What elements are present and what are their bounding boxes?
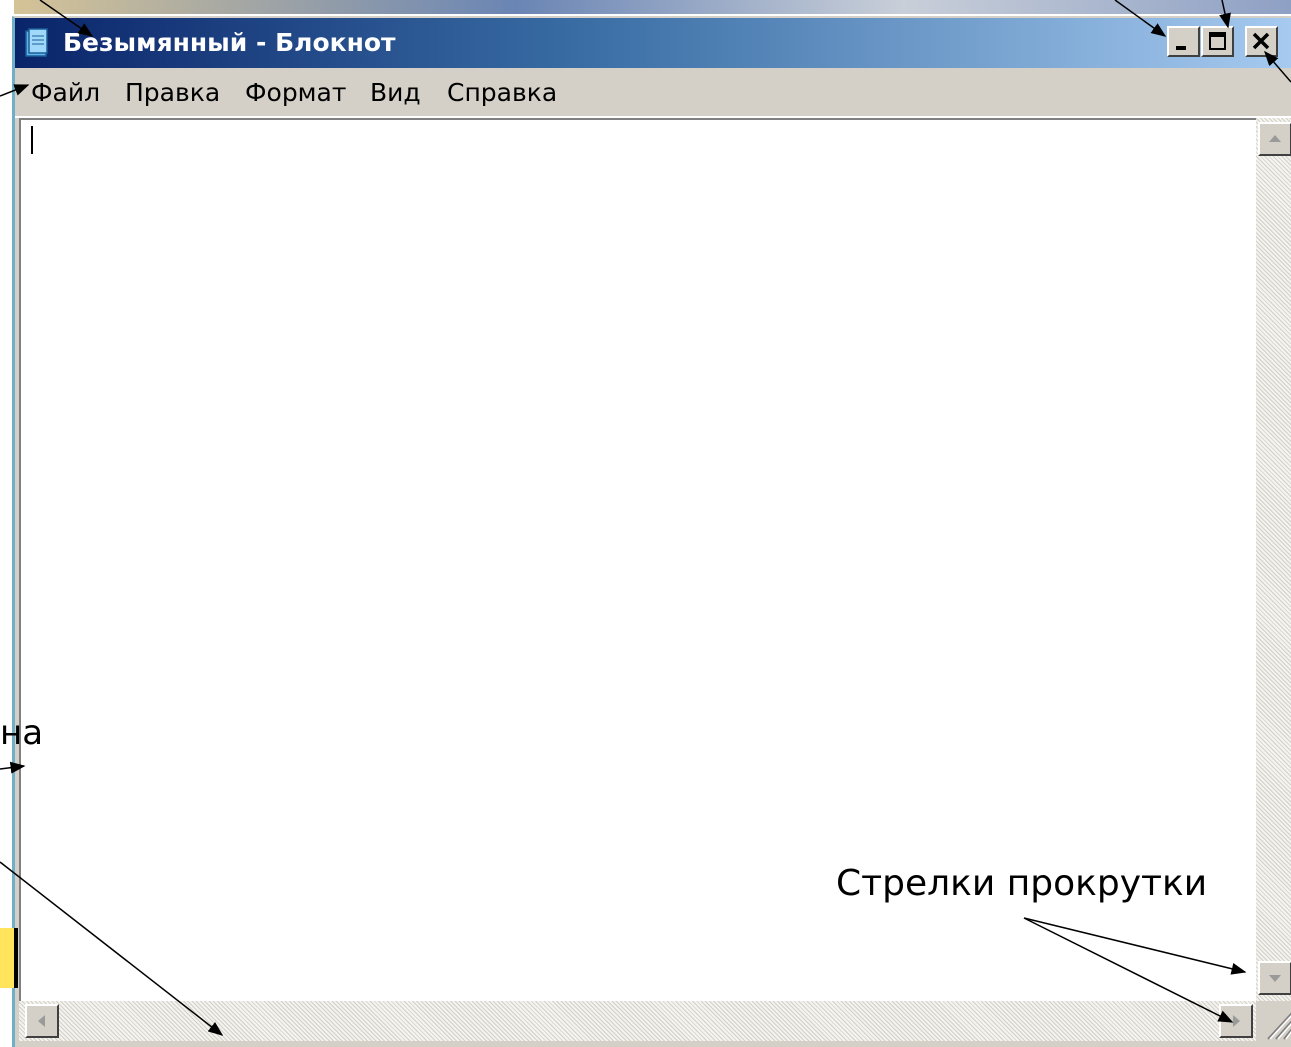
title-bar[interactable]: Безымянный - Блокнот — [15, 18, 1291, 68]
annotation-scroll-arrows-label: Стрелки прокрутки — [836, 863, 1208, 904]
horizontal-scrollbar[interactable] — [19, 1001, 1256, 1041]
annotation-highlight-fragment — [0, 928, 18, 988]
vertical-scrollbar[interactable] — [1256, 118, 1291, 1001]
maximize-button[interactable] — [1201, 26, 1234, 57]
desktop-background-strip — [0, 0, 1291, 14]
minimize-button[interactable] — [1167, 26, 1200, 57]
resize-grip[interactable] — [1256, 1001, 1291, 1041]
menu-bar: Файл Правка Формат Вид Справка — [15, 68, 1291, 118]
menu-edit[interactable]: Правка — [125, 78, 220, 108]
minimize-icon — [1176, 46, 1186, 50]
scroll-down-button[interactable] — [1258, 961, 1291, 995]
resize-grip-icon — [1267, 1012, 1291, 1040]
notepad-icon — [25, 28, 48, 57]
menu-file[interactable]: Файл — [31, 78, 100, 108]
scroll-left-button[interactable] — [25, 1004, 59, 1038]
arrow-down-icon — [1269, 975, 1281, 982]
close-icon — [1252, 32, 1270, 50]
maximize-icon — [1209, 32, 1226, 50]
text-caret — [31, 126, 33, 154]
arrow-right-icon — [1233, 1015, 1240, 1027]
scroll-right-button[interactable] — [1219, 1004, 1253, 1038]
menu-format[interactable]: Формат — [245, 78, 346, 108]
close-button[interactable] — [1245, 26, 1278, 57]
menu-help[interactable]: Справка — [447, 78, 557, 108]
annotation-window-label: на — [0, 713, 44, 753]
arrow-up-icon — [1269, 135, 1281, 142]
arrow-left-icon — [38, 1015, 45, 1027]
scroll-up-button[interactable] — [1258, 122, 1291, 156]
window-title: Безымянный - Блокнот — [63, 28, 396, 57]
menu-view[interactable]: Вид — [370, 78, 421, 108]
